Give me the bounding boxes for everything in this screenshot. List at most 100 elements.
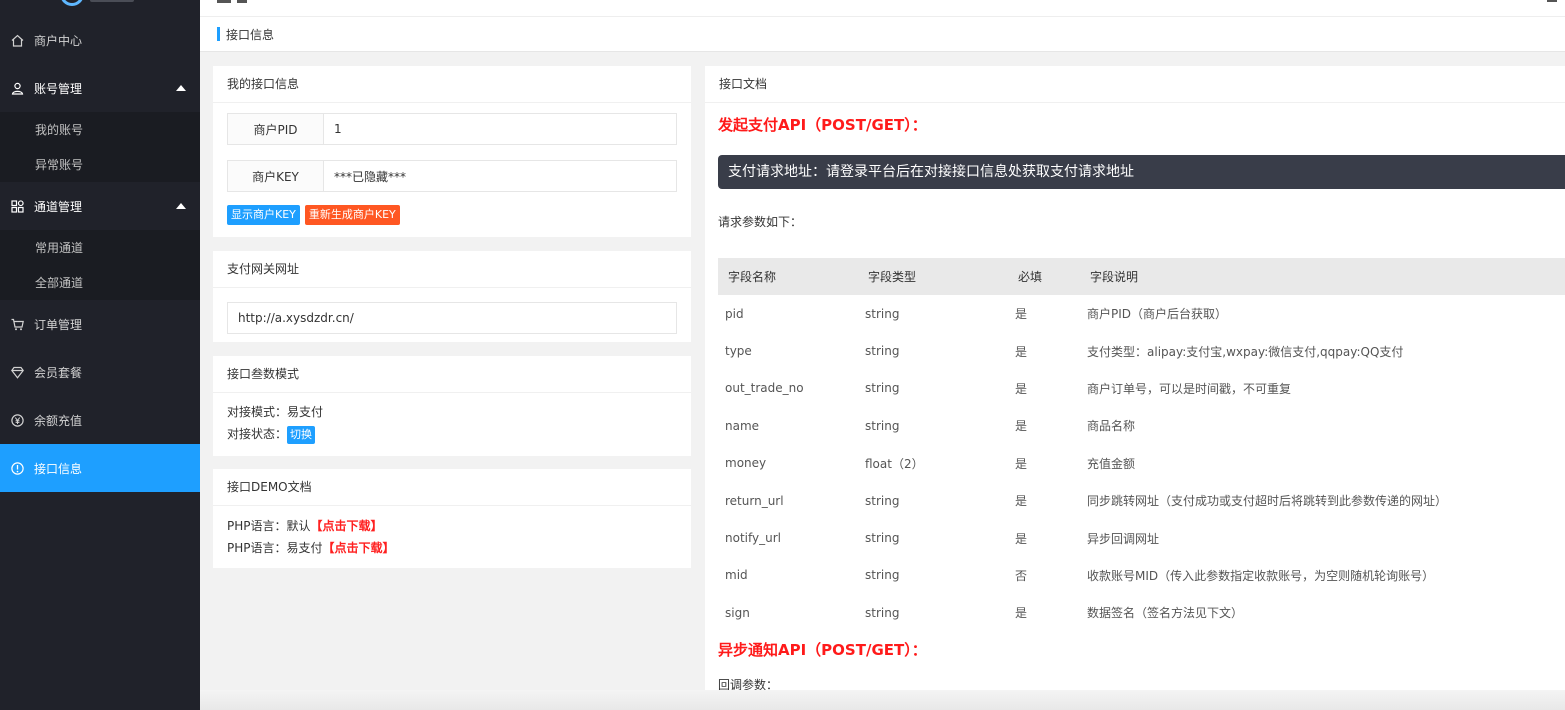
sidebar: 商户中心 账号管理 我的账号 异常账号 通道管理 常用通道 全部通道 订单管理 … xyxy=(0,0,200,710)
table-cell: 商品名称 xyxy=(1087,419,1136,434)
gateway-url-field[interactable]: http://a.xysdzdr.cn/ xyxy=(227,302,677,334)
table-cell: pid xyxy=(725,306,744,321)
chevron-up-icon xyxy=(176,203,186,209)
card-title: 接口叁数模式 xyxy=(213,356,691,393)
table-cell: string xyxy=(865,568,900,583)
table-cell: sign xyxy=(725,605,750,620)
table-cell: type xyxy=(725,344,752,359)
table-row: sign string 是 数据签名（签名方法见下文） xyxy=(718,594,1565,631)
card-title: 接口DEMO文档 xyxy=(213,469,691,506)
card-title: 我的接口信息 xyxy=(213,66,691,103)
menu-toggle-icon[interactable] xyxy=(217,0,231,3)
table-cell: 充值金额 xyxy=(1087,456,1136,471)
reset-key-button[interactable]: 重新生成商户KEY xyxy=(304,205,400,225)
switch-button[interactable]: 切换 xyxy=(287,426,316,444)
pid-field[interactable]: 1 xyxy=(324,113,677,145)
column-header: 字段说明 xyxy=(1090,270,1139,284)
download-link[interactable]: 【点击下载】 xyxy=(323,541,395,555)
logo-text xyxy=(90,0,134,2)
sidebar-item-order-management[interactable]: 订单管理 xyxy=(0,300,200,348)
key-row: 商户KEY ***已隐藏*** xyxy=(227,160,677,192)
table-cell: 是 xyxy=(1015,531,1028,546)
demo-label: PHP语言：默认 xyxy=(227,519,311,533)
card-title: 支付网关网址 xyxy=(213,251,691,288)
table-cell: 是 xyxy=(1015,307,1028,322)
table-cell: 收款账号MID（传入此参数指定收款账号，为空则随机轮询账号） xyxy=(1087,568,1435,583)
table-cell: return_url xyxy=(725,493,784,508)
table-row: return_url string 是 同步跳转网址（支付成功或支付超时后将跳转到此参… xyxy=(718,482,1565,519)
table-cell: 异步回调网址 xyxy=(1087,531,1160,546)
demo-line-default: PHP语言：默认【点击下载】 xyxy=(227,515,677,537)
sidebar-item-label: 余额充值 xyxy=(34,413,83,428)
table-cell: string xyxy=(865,493,900,508)
table-cell: 否 xyxy=(1015,568,1028,583)
refresh-icon[interactable] xyxy=(237,0,247,3)
bottom-fade xyxy=(200,690,1565,710)
param-mode-card: 接口叁数模式 对接模式：易支付 对接状态： 切换 xyxy=(213,356,691,456)
more-icon[interactable] xyxy=(1547,0,1557,2)
mode-text: 对接模式：易支付 xyxy=(227,405,324,419)
table-cell: float（2） xyxy=(865,456,924,471)
gateway-card: 支付网关网址 http://a.xysdzdr.cn/ xyxy=(213,251,691,342)
table-cell: name xyxy=(725,418,760,433)
apps-icon xyxy=(9,198,25,214)
table-cell: 是 xyxy=(1015,456,1028,471)
sidebar-item-label: 通道管理 xyxy=(34,199,83,214)
sidebar-item-balance-recharge[interactable]: 余额充值 xyxy=(0,396,200,444)
sidebar-item-account-management[interactable]: 账号管理 xyxy=(0,64,200,112)
sidebar-item-all-channel[interactable]: 全部通道 xyxy=(0,265,200,300)
table-cell: 同步跳转网址（支付成功或支付超时后将跳转到此参数传递的网址） xyxy=(1087,494,1448,509)
show-key-button[interactable]: 显示商户KEY xyxy=(227,205,300,225)
demo-card: 接口DEMO文档 PHP语言：默认【点击下载】 PHP语言：易支付【点击下载】 xyxy=(213,469,691,568)
column-header: 必填 xyxy=(1018,270,1043,284)
table-cell: notify_url xyxy=(725,531,781,546)
sidebar-item-common-channel[interactable]: 常用通道 xyxy=(0,230,200,265)
column-header: 字段类型 xyxy=(868,270,917,284)
api1-heading: 发起支付API（POST/GET）： xyxy=(718,116,927,134)
params-intro: 请求参数如下： xyxy=(718,215,803,229)
table-cell: 商户订单号，可以是时间戳，不可重复 xyxy=(1087,381,1292,396)
table-cell: 是 xyxy=(1015,494,1028,509)
logo xyxy=(0,0,200,16)
request-url-bar: 支付请求地址：请登录平台后在对接接口信息处获取支付请求地址 xyxy=(718,155,1565,189)
sidebar-item-my-account[interactable]: 我的账号 xyxy=(0,112,200,147)
table-row: name string 是 商品名称 xyxy=(718,407,1565,444)
my-api-card: 我的接口信息 商户PID 1 商户KEY ***已隐藏*** 显示商户KEY 重新… xyxy=(213,66,691,237)
submenu-account: 我的账号 异常账号 xyxy=(0,112,200,182)
sidebar-item-merchant-center[interactable]: 商户中心 xyxy=(0,16,200,64)
table-cell: string xyxy=(865,344,900,359)
sidebar-item-api-info[interactable]: 接口信息 xyxy=(0,444,200,492)
table-cell: string xyxy=(865,381,900,396)
table-cell: mid xyxy=(725,568,748,583)
top-header xyxy=(200,0,1565,17)
status-row: 对接状态： 切换 xyxy=(227,423,677,445)
table-cell: out_trade_no xyxy=(725,381,804,396)
yen-icon xyxy=(9,412,25,428)
table-cell: money xyxy=(725,456,767,471)
demo-label: PHP语言：易支付 xyxy=(227,541,323,555)
table-row: notify_url string 是 异步回调网址 xyxy=(718,519,1565,556)
download-link[interactable]: 【点击下载】 xyxy=(311,519,383,533)
sidebar-item-channel-management[interactable]: 通道管理 xyxy=(0,182,200,230)
cart-icon xyxy=(9,316,25,332)
sidebar-item-membership[interactable]: 会员套餐 xyxy=(0,348,200,396)
key-field[interactable]: ***已隐藏*** xyxy=(324,160,677,192)
status-label: 对接状态： xyxy=(227,427,288,441)
submenu-channel: 常用通道 全部通道 xyxy=(0,230,200,300)
sidebar-item-abnormal-account[interactable]: 异常账号 xyxy=(0,147,200,182)
pid-label: 商户PID xyxy=(227,113,324,145)
table-row: out_trade_no string 是 商户订单号，可以是时间戳，不可重复 xyxy=(718,370,1565,407)
table-row: pid string 是 商户PID（商户后台获取） xyxy=(718,295,1565,332)
table-cell: 是 xyxy=(1015,344,1028,359)
table-cell: 是 xyxy=(1015,381,1028,396)
table-row: mid string 否 收款账号MID（传入此参数指定收款账号，为空则随机轮询账号） xyxy=(718,557,1565,594)
table-cell: string xyxy=(865,418,900,433)
table-cell: 是 xyxy=(1015,419,1028,434)
table-cell: 商户PID（商户后台获取） xyxy=(1087,307,1228,322)
api2-heading: 异步通知API（POST/GET）： xyxy=(718,640,927,659)
table-cell: string xyxy=(865,531,900,546)
table-cell: string xyxy=(865,306,900,321)
pid-row: 商户PID 1 xyxy=(227,113,677,145)
user-icon xyxy=(9,80,25,96)
card-title: 接口文档 xyxy=(705,66,1565,103)
